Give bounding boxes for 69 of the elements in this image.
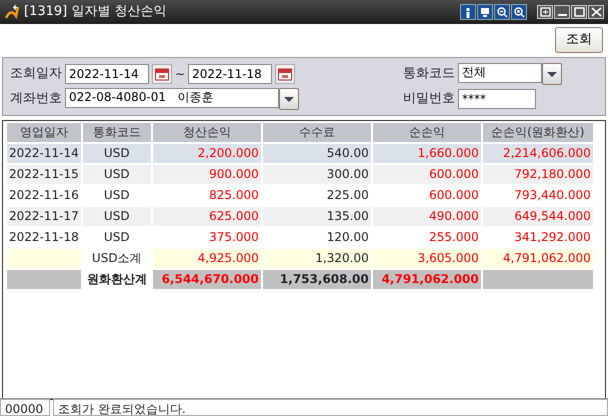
minimize-button[interactable] (554, 5, 570, 19)
table-cell: 600.000 (372, 164, 481, 186)
table-cell: USD (82, 206, 151, 228)
calendar-button[interactable] (152, 64, 172, 84)
account-dropdown[interactable]: 022-08-4080-01 이종훈 (65, 88, 279, 108)
caret-icon (283, 94, 295, 102)
currency-label: 통화코드 (403, 64, 455, 83)
zoom-in-icon (513, 6, 525, 18)
table-cell: 1,660.000 (372, 144, 481, 164)
table-cell: 3,605.000 (372, 248, 481, 270)
minimize-icon (558, 14, 566, 16)
date-to-field[interactable]: 2022-11-18 (188, 64, 272, 84)
logo-icon (4, 4, 20, 20)
maximize-button[interactable] (571, 5, 587, 19)
calendar-icon (277, 66, 294, 82)
calendar-button[interactable] (275, 64, 296, 84)
dropdown-button[interactable] (279, 88, 299, 110)
password-field[interactable]: **** (458, 88, 536, 108)
table-cell: USD (82, 144, 151, 164)
table-cell: 2022-11-17 (7, 206, 81, 228)
table-cell: 4,791,062.000 (372, 270, 481, 290)
table-cell: USD (82, 164, 151, 186)
table-cell: 6,544,670.000 (152, 270, 261, 290)
column-header[interactable]: 영업일자 (7, 122, 81, 144)
table-cell: 1,320.00 (262, 248, 371, 270)
close-icon (590, 6, 602, 18)
search-button[interactable]: 조회 (555, 27, 603, 52)
column-header[interactable]: 순손익 (372, 122, 481, 144)
column-header[interactable]: 수수료 (262, 122, 371, 144)
password-label: 비밀번호 (403, 90, 455, 108)
table-cell: 2,214,606.000 (482, 144, 593, 164)
table-cell: 490.000 (372, 206, 481, 228)
column-header[interactable]: 순손익(원화환산) (482, 122, 593, 144)
date-label: 조회일자 (10, 64, 62, 83)
currency-dropdown[interactable]: 전체 (458, 62, 542, 82)
table-cell: 4,791,062.000 (482, 248, 593, 270)
table-cell: 4,925.000 (152, 248, 261, 270)
restore-button[interactable] (537, 5, 553, 19)
column-header[interactable]: 청산손익 (152, 122, 261, 144)
account-label: 계좌번호 (10, 90, 62, 108)
table-cell: 300.00 (262, 164, 371, 186)
table-cell: 649,544.000 (482, 206, 593, 228)
zoom-out-button[interactable] (494, 4, 510, 20)
restore-icon (538, 6, 552, 18)
dropdown-button[interactable] (542, 62, 562, 84)
monitor-button[interactable] (477, 4, 493, 20)
caret-icon (546, 70, 558, 78)
table-cell: 625.000 (152, 206, 261, 228)
maximize-icon (572, 6, 586, 18)
calendar-icon (154, 66, 170, 82)
close-button[interactable] (588, 5, 604, 19)
zoom-in-button[interactable] (511, 4, 527, 20)
window-title: [1319] 일자별 청산손익 (24, 3, 166, 22)
status-code: 00000 (0, 399, 50, 416)
date-separator: ~ (175, 66, 186, 82)
table-cell: 2022-11-15 (7, 164, 81, 186)
date-from-field[interactable]: 2022-11-14 (65, 64, 149, 84)
table-cell: 792,180.000 (482, 164, 593, 186)
status-message: 조회가 완료되었습니다. (53, 399, 608, 416)
table-cell: 2,200.000 (152, 144, 261, 164)
monitor-icon (479, 6, 491, 18)
table-cell: 1,753,608.00 (262, 270, 371, 290)
table-cell: 2022-11-14 (7, 144, 81, 164)
info-button[interactable] (460, 4, 476, 20)
table-cell: 540.00 (262, 144, 371, 164)
table-cell: 135.00 (262, 206, 371, 228)
table-cell: 900.000 (152, 164, 261, 186)
zoom-out-icon (496, 6, 508, 18)
column-header[interactable]: 통화코드 (82, 122, 151, 144)
